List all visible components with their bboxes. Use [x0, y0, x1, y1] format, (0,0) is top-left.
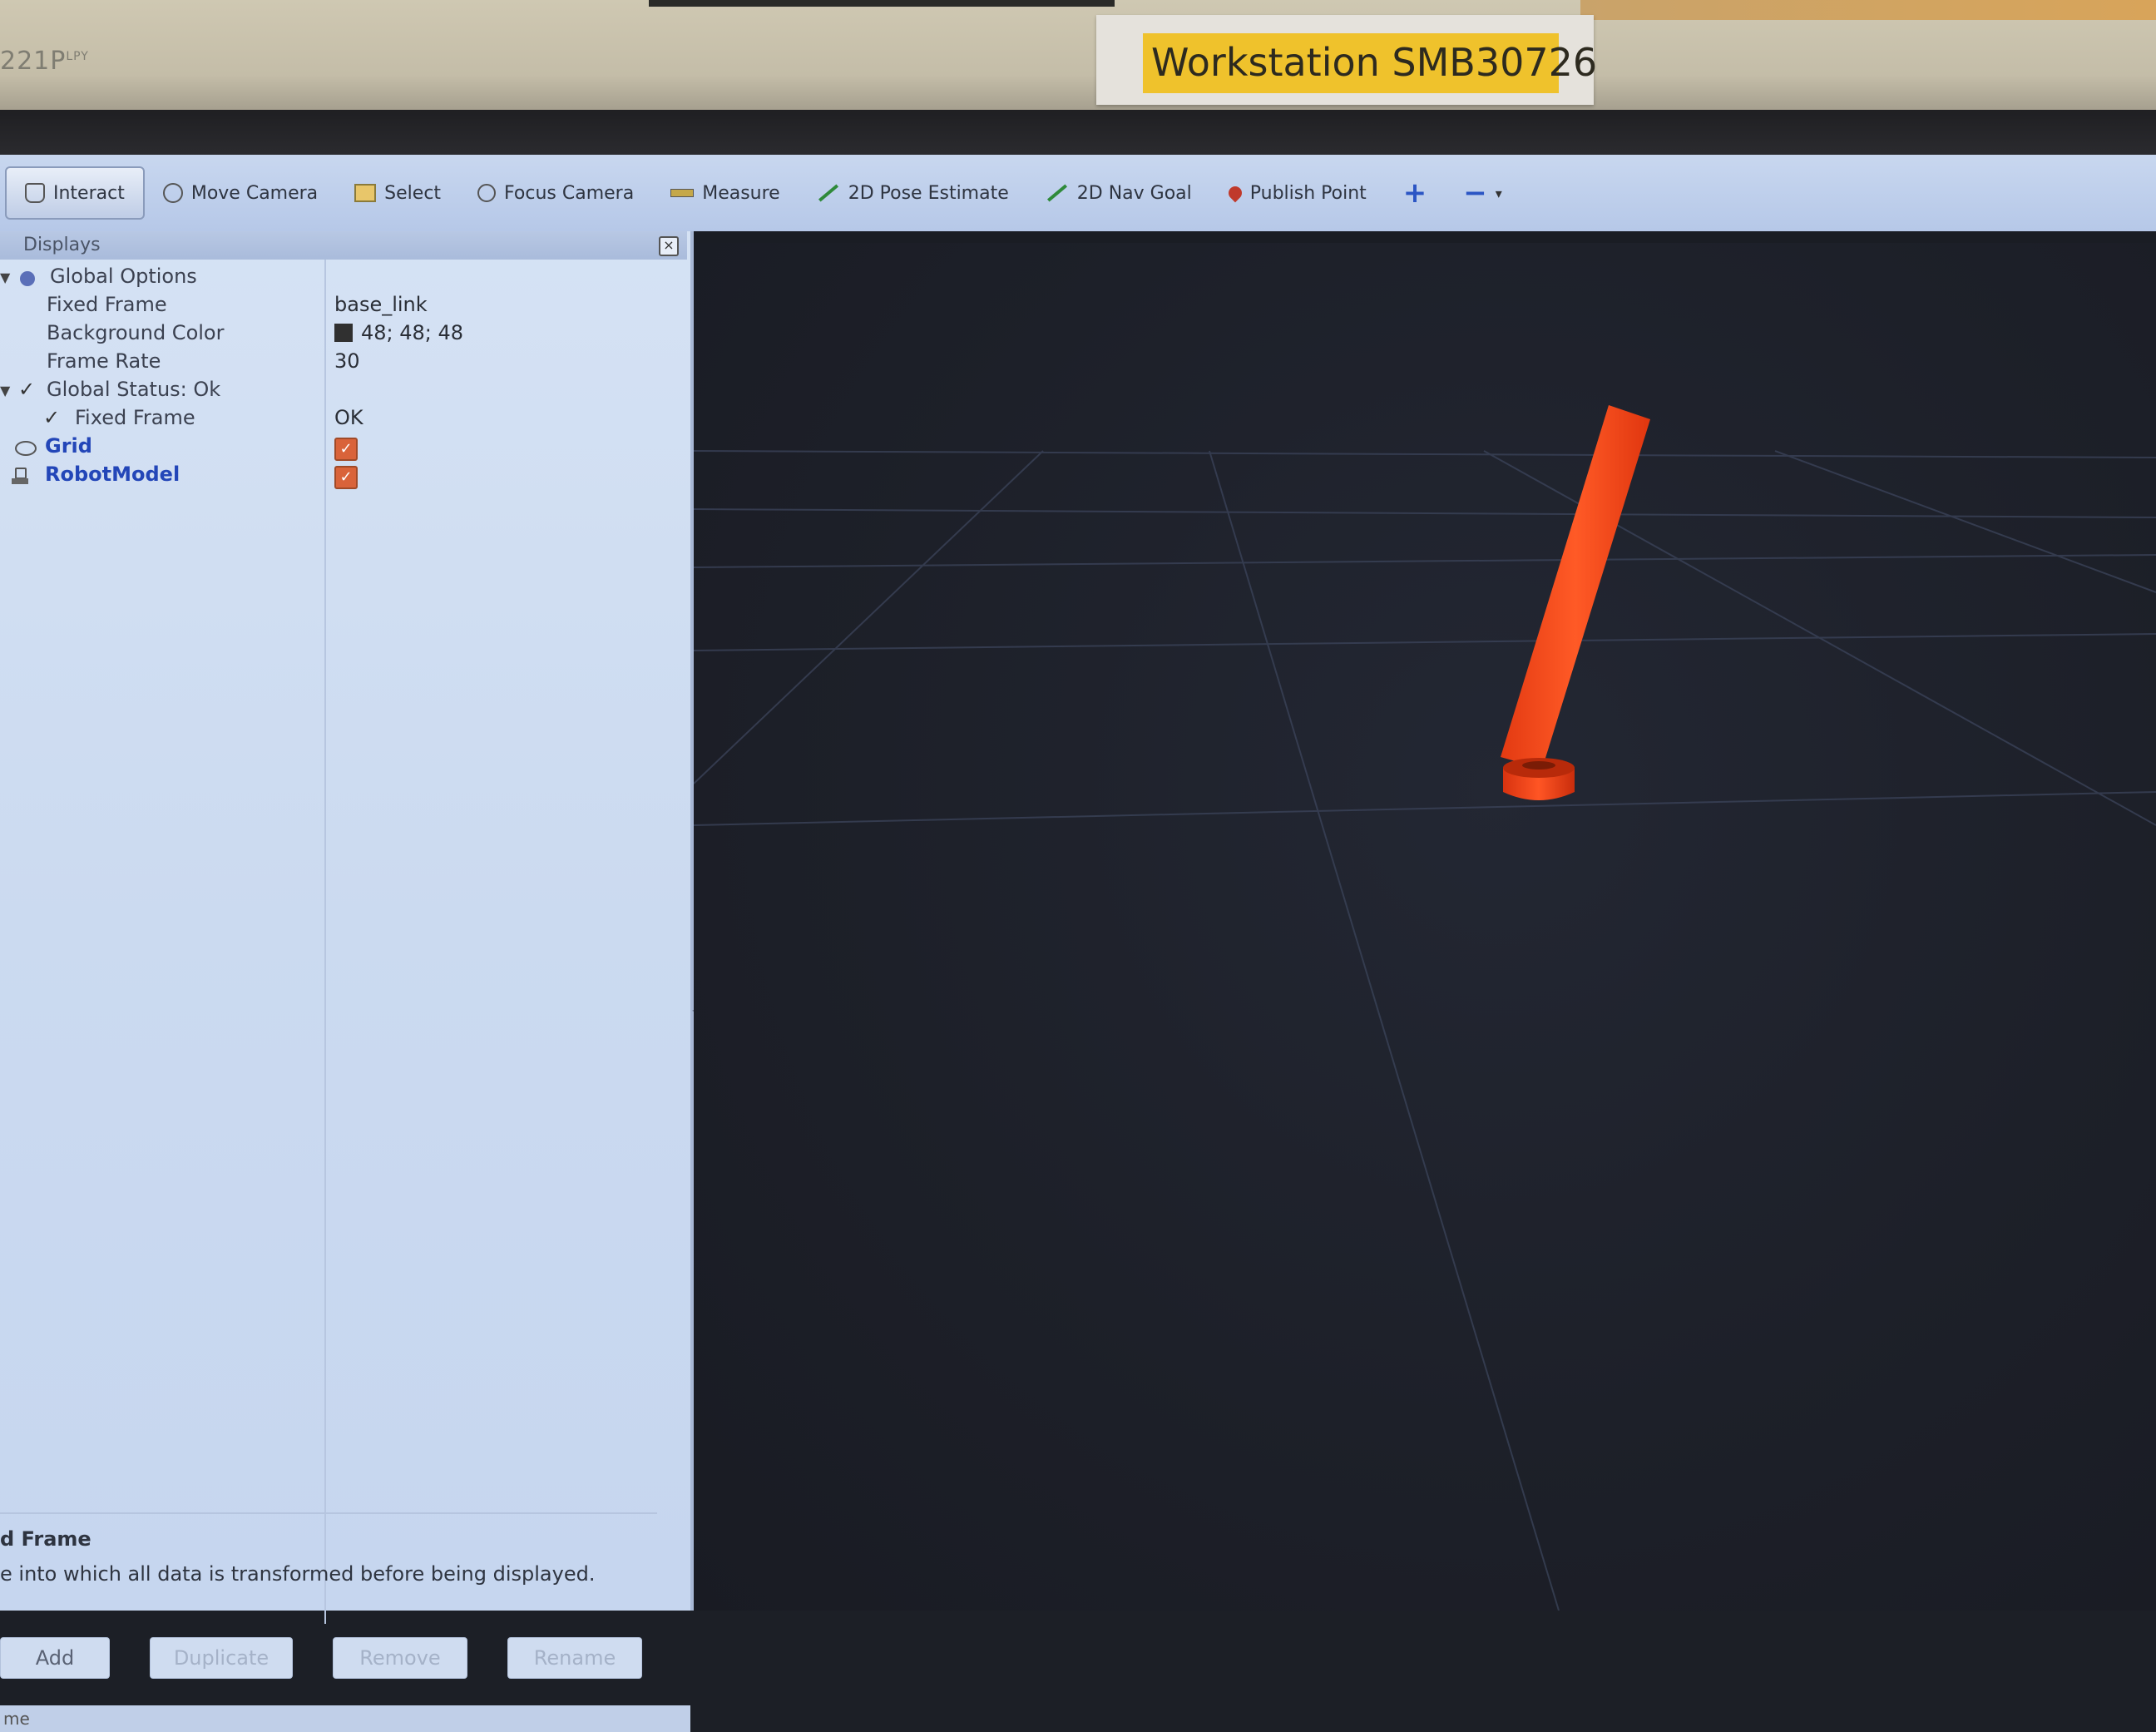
- status-bar: me: [0, 1705, 690, 1732]
- checkmark-icon: ✓: [43, 406, 61, 429]
- green-arrow-icon: [818, 184, 838, 202]
- screen: Interact Move Camera Select Focus Camera…: [0, 110, 2156, 1732]
- move-camera-icon: [162, 183, 183, 203]
- monitor-model-label: 221PLPY: [0, 47, 89, 76]
- tool-label: Move Camera: [190, 182, 319, 204]
- grid-line: [694, 554, 2156, 568]
- grid-line: [694, 450, 2156, 458]
- duplicate-button[interactable]: Duplicate: [150, 1637, 293, 1679]
- displays-panel-title: Displays: [23, 235, 101, 255]
- tool-label: Focus Camera: [504, 182, 635, 204]
- asset-sticker: Workstation SMB30726: [1096, 15, 1598, 105]
- robot-base-top-inner: [1522, 761, 1555, 770]
- tree-row-robot-model[interactable]: RobotModel ✓: [0, 463, 682, 491]
- grid-line: [694, 791, 2156, 826]
- tool-label: 2D Nav Goal: [1076, 182, 1192, 204]
- tree-label: RobotModel: [45, 463, 180, 486]
- property-value-text: 48; 48; 48: [361, 321, 464, 344]
- focus-camera-icon: [477, 184, 497, 202]
- select-icon: [354, 184, 377, 202]
- grid-display-icon: [15, 441, 37, 456]
- robot-model-shape: [1501, 405, 1650, 800]
- robot-model-enabled-checkbox[interactable]: ✓: [334, 466, 358, 489]
- rename-button[interactable]: Rename: [507, 1637, 642, 1679]
- tool-interact[interactable]: Interact: [5, 166, 145, 220]
- tool-2d-pose-estimate[interactable]: 2D Pose Estimate: [799, 168, 1027, 218]
- property-key: Fixed Frame: [75, 406, 195, 429]
- tool-label: Measure: [702, 182, 780, 204]
- status-text: me: [3, 1709, 30, 1729]
- asset-sticker-text: Workstation SMB30726: [1151, 40, 1598, 85]
- property-key: Fixed Frame: [47, 293, 167, 316]
- background-wall: [1580, 0, 2156, 20]
- help-text: e into which all data is transformed bef…: [0, 1562, 596, 1586]
- tool-measure[interactable]: Measure: [652, 168, 799, 218]
- chevron-down-icon: ▾: [1495, 185, 1502, 201]
- displays-panel: Displays × ▼ Global Options Fixed Frame …: [0, 231, 694, 1732]
- tree-row-grid[interactable]: Grid ✓: [0, 434, 682, 463]
- scene-svg: [694, 405, 2156, 1611]
- checkmark-icon: ✓: [18, 378, 36, 401]
- grid-lines: [694, 450, 2156, 1611]
- expand-triangle-icon[interactable]: ▼: [0, 383, 10, 398]
- close-icon[interactable]: ×: [659, 236, 679, 256]
- tool-publish-point[interactable]: Publish Point: [1210, 168, 1385, 218]
- property-value: OK: [334, 406, 363, 429]
- tree-label: Grid: [45, 434, 92, 458]
- tool-label: Select: [384, 182, 442, 204]
- grid-line: [1209, 450, 1560, 1611]
- grid-line: [1774, 450, 2156, 593]
- tool-label: Publish Point: [1249, 182, 1367, 204]
- color-swatch: [334, 324, 353, 342]
- green-arrow-icon: [1046, 184, 1067, 202]
- help-title: d Frame: [0, 1527, 91, 1551]
- hand-pointer-icon: [25, 183, 45, 203]
- property-key: Background Color: [47, 321, 225, 344]
- tree-label: Global Options: [50, 265, 197, 288]
- tool-move-camera[interactable]: Move Camera: [145, 168, 336, 218]
- robot-link: [1501, 405, 1650, 769]
- property-value[interactable]: 30: [334, 349, 360, 373]
- tool-label: Interact: [53, 182, 125, 204]
- monitor-bezel: 221PLPY Workstation SMB30726: [0, 0, 2156, 125]
- property-value[interactable]: base_link: [334, 293, 428, 316]
- property-help-area: d Frame e into which all data is transfo…: [0, 1512, 657, 1597]
- tool-label: 2D Pose Estimate: [848, 182, 1009, 204]
- render-3d-view[interactable]: [694, 243, 2156, 1611]
- plus-icon: +: [1402, 176, 1427, 210]
- tree-row-frame-rate[interactable]: Frame Rate 30: [0, 349, 682, 378]
- minus-icon: −: [1463, 176, 1487, 210]
- tree-label: Global Status: Ok: [47, 378, 221, 401]
- bezel-edge: [649, 0, 1115, 7]
- tool-select[interactable]: Select: [336, 168, 459, 218]
- property-key: Frame Rate: [47, 349, 161, 373]
- tree-row-status-fixed-frame[interactable]: ✓ Fixed Frame OK: [0, 406, 682, 434]
- expand-triangle-icon[interactable]: ▼: [0, 270, 10, 285]
- add-button[interactable]: Add: [0, 1637, 110, 1679]
- add-tool-button[interactable]: +: [1385, 168, 1446, 218]
- tree-row-fixed-frame[interactable]: Fixed Frame base_link: [0, 293, 682, 321]
- tree-row-global-options[interactable]: ▼ Global Options: [0, 265, 682, 293]
- displays-panel-header: Displays ×: [0, 231, 687, 260]
- ruler-icon: [670, 189, 695, 197]
- displays-tree: ▼ Global Options Fixed Frame base_link B…: [0, 260, 687, 1341]
- displays-button-row: Add Duplicate Remove Rename: [0, 1637, 665, 1687]
- globe-icon: [20, 271, 35, 286]
- monitor-model-suffix: LPY: [66, 50, 89, 63]
- tool-2d-nav-goal[interactable]: 2D Nav Goal: [1027, 168, 1210, 218]
- map-pin-icon: [1225, 183, 1245, 203]
- grid-line: [694, 450, 1044, 784]
- property-value[interactable]: 48; 48; 48: [334, 321, 463, 344]
- tool-bar: Interact Move Camera Select Focus Camera…: [0, 155, 2156, 231]
- grid-enabled-checkbox[interactable]: ✓: [334, 438, 358, 461]
- tool-focus-camera[interactable]: Focus Camera: [459, 168, 652, 218]
- monitor-model-text: 221P: [0, 47, 67, 76]
- grid-line: [694, 633, 2156, 651]
- window-title-strip: [0, 110, 2156, 160]
- tree-row-global-status[interactable]: ▼ ✓ Global Status: Ok: [0, 378, 682, 406]
- robot-model-icon: [12, 468, 30, 486]
- tree-row-background-color[interactable]: Background Color 48; 48; 48: [0, 321, 682, 349]
- remove-button[interactable]: Remove: [333, 1637, 467, 1679]
- remove-tool-button[interactable]: − ▾: [1445, 168, 1521, 218]
